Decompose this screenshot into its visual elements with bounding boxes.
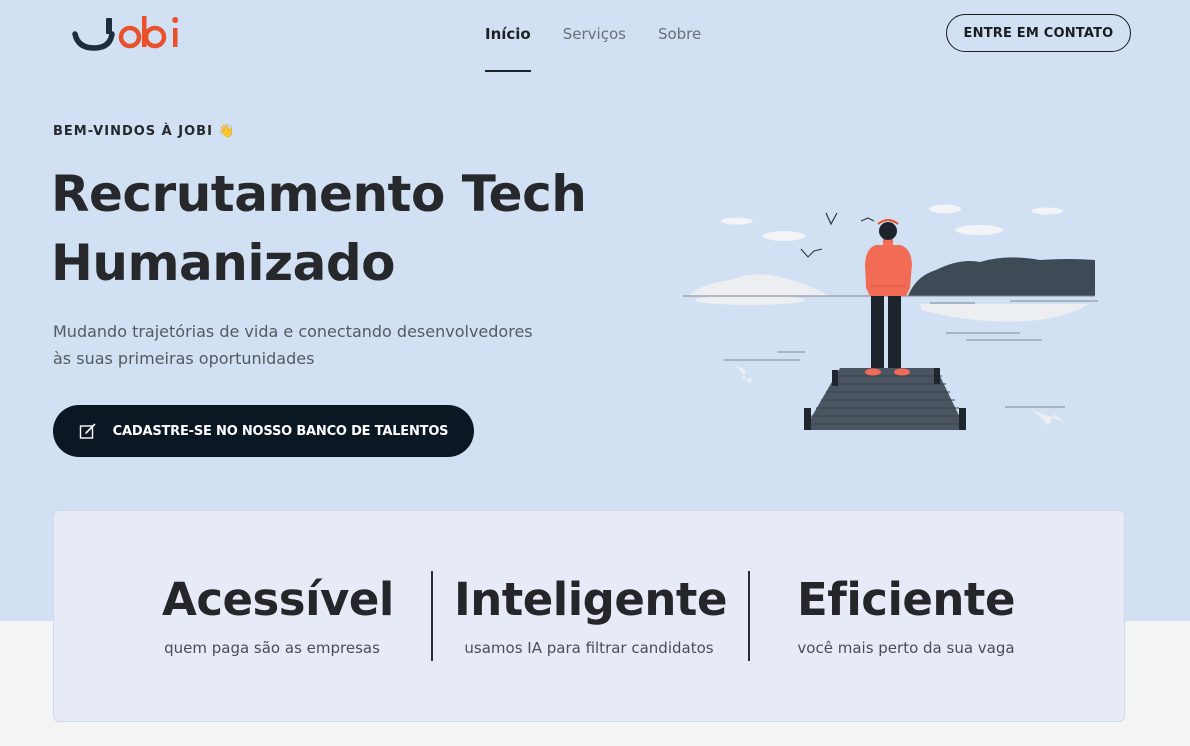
hero-title-line1: Recrutamento Tech [51, 165, 587, 223]
contact-button[interactable]: ENTRE EM CONTATO [946, 14, 1131, 52]
feature-title: Inteligente [454, 573, 727, 626]
hero-subtitle: Mudando trajetórias de vida e conectando… [53, 318, 573, 372]
feature-caption: você mais perto da sua vaga [797, 639, 1015, 657]
hero-subtitle-line1: Mudando trajetórias de vida e conectando… [53, 322, 533, 341]
hero-title: Recrutamento Tech Humanizado [51, 160, 611, 298]
feature-eficiente: Eficiente você mais perto da sua vaga [786, 571, 1026, 657]
register-talent-label: CADASTRE-SE NO NOSSO BANCO DE TALENTOS [112, 423, 449, 439]
feature-acessivel: Acessível quem paga são as empresas [162, 571, 394, 657]
hero-illustration [683, 204, 1098, 430]
main-nav: Início Serviços Sobre [485, 0, 733, 72]
feature-inteligente: Inteligente usamos IA para filtrar candi… [454, 571, 727, 657]
nav-item-sobre[interactable]: Sobre [658, 0, 701, 72]
feature-caption: usamos IA para filtrar candidatos [464, 639, 714, 657]
features-card: Acessível quem paga são as empresas Inte… [53, 510, 1125, 722]
hero-eyebrow: BEM-VINDOS À JOBI 👋 [53, 124, 236, 139]
feature-caption: quem paga são as empresas [164, 639, 380, 657]
feature-divider [431, 571, 433, 661]
feature-title: Eficiente [797, 573, 1015, 626]
edit-icon [79, 423, 96, 439]
feature-title: Acessível [162, 573, 394, 626]
nav-item-servicos[interactable]: Serviços [563, 0, 626, 72]
register-talent-button[interactable]: CADASTRE-SE NO NOSSO BANCO DE TALENTOS [53, 405, 474, 457]
hero-subtitle-line2: às suas primeiras oportunidades [53, 349, 315, 368]
nav-item-inicio[interactable]: Início [485, 0, 531, 72]
hero-title-line2: Humanizado [51, 234, 396, 292]
jobi-logo[interactable] [72, 12, 184, 52]
feature-divider [748, 571, 750, 661]
